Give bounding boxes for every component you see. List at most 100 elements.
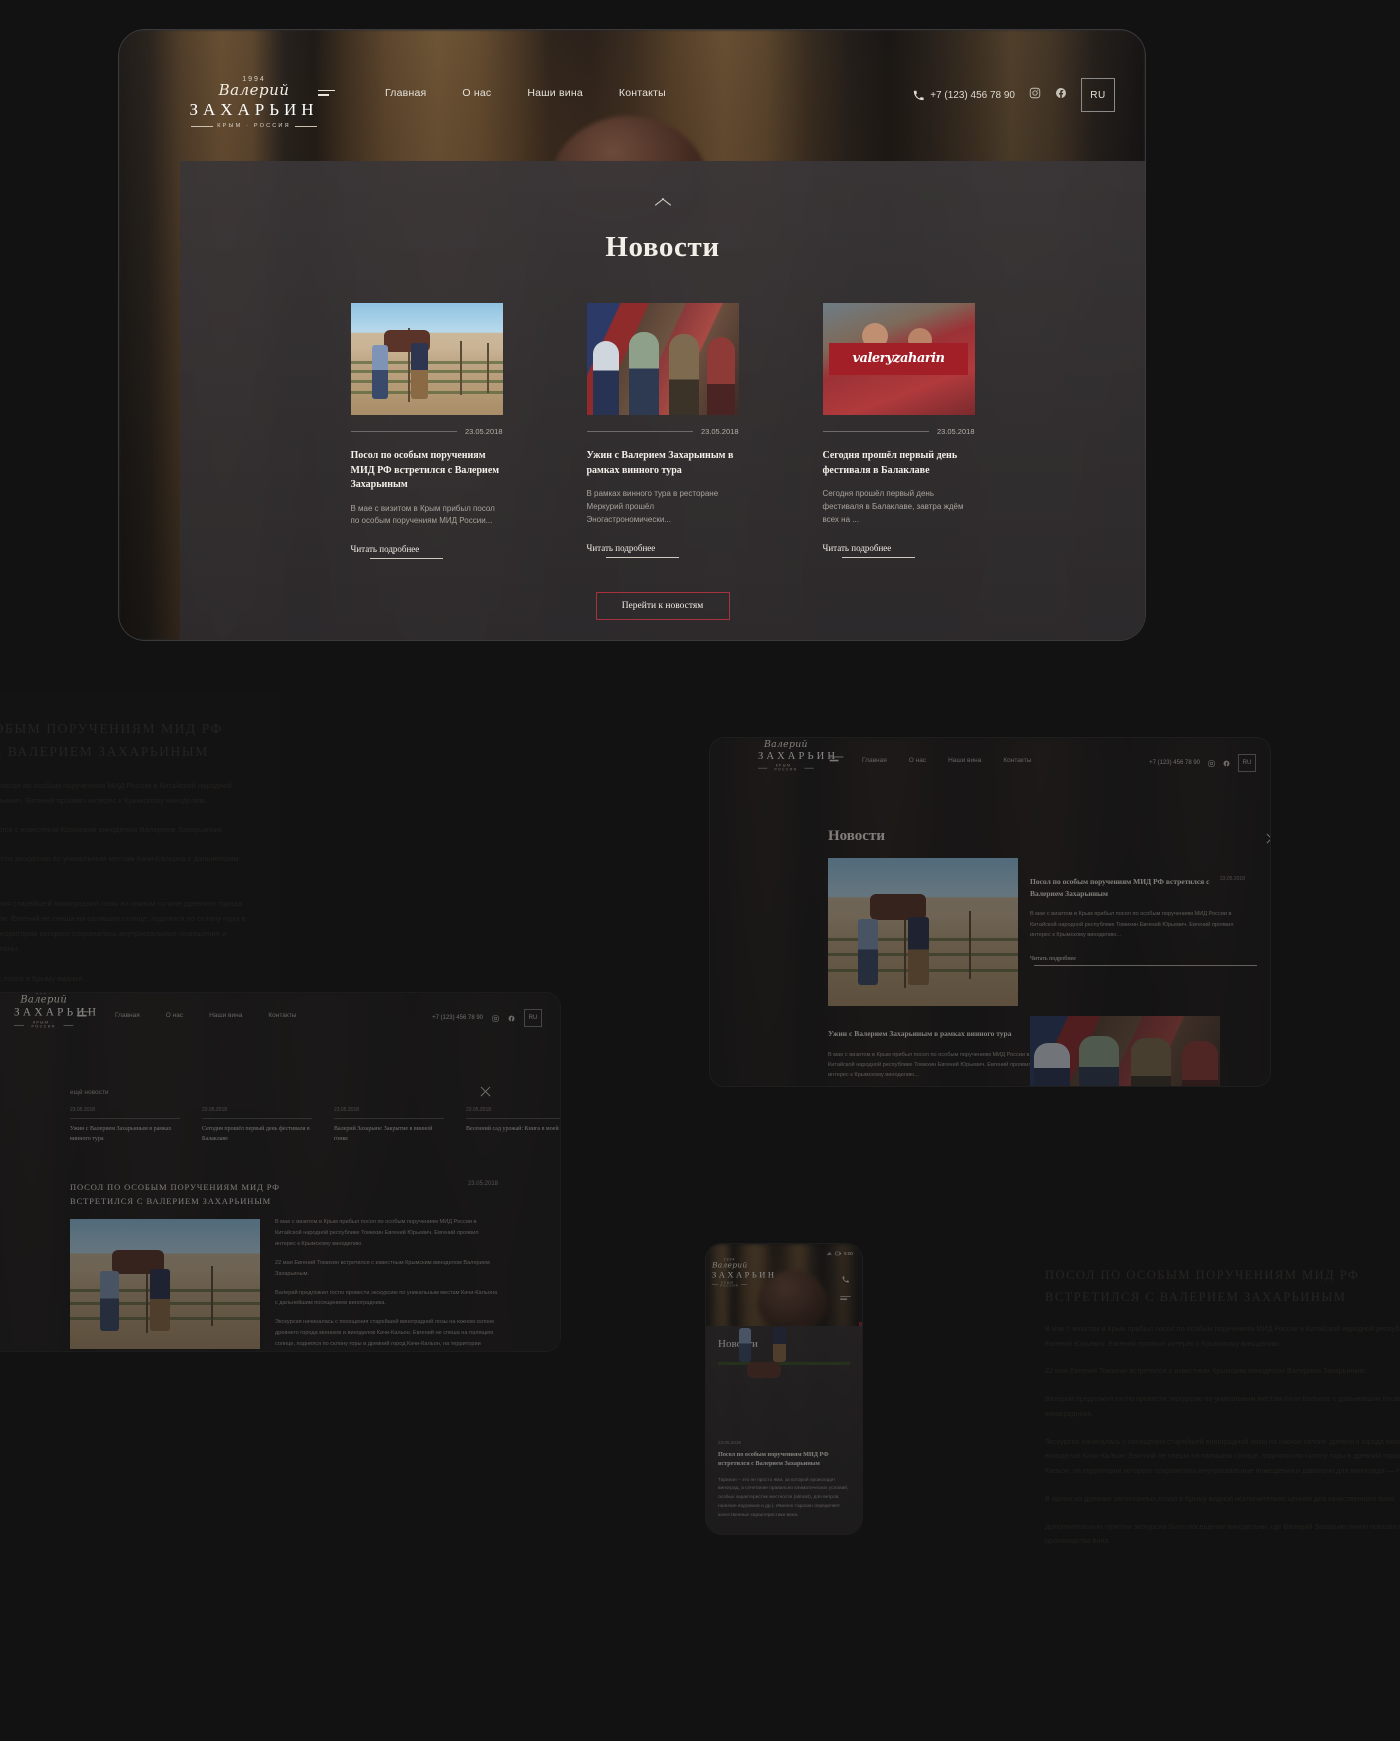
logo-script-name: Валерий bbox=[763, 738, 808, 749]
burger-line bbox=[318, 90, 335, 92]
article-paragraph: В мае с визитом в Крым прибыл посол по о… bbox=[275, 1219, 479, 1247]
close-icon[interactable] bbox=[1265, 832, 1270, 845]
hamburger-menu-icon[interactable] bbox=[840, 1296, 851, 1300]
nav-item-about[interactable]: О нас bbox=[166, 1012, 183, 1019]
phone-link[interactable]: +7 (123) 456 78 90 bbox=[913, 90, 1015, 101]
nav-item-home[interactable]: Главная bbox=[862, 757, 887, 764]
brand-logo[interactable]: 1994 Валерий ЗАХАРЬИН КРЫМ · РОССИЯ bbox=[758, 738, 839, 771]
news-card-title: Сегодня прошёл первый день фестиваля в Б… bbox=[202, 1126, 310, 1142]
facebook-icon[interactable] bbox=[508, 1009, 515, 1027]
instagram-icon[interactable] bbox=[1208, 754, 1215, 772]
nav-item-home[interactable]: Главная bbox=[115, 1012, 140, 1019]
logo-year: 1994 bbox=[14, 993, 73, 994]
news-section-title: Новости bbox=[828, 828, 885, 844]
brand-logo[interactable]: 1994 Валерий ЗАХАРЬИН КРЫМ · РОССИЯ bbox=[712, 1258, 774, 1288]
news-card[interactable]: Ужин с Валерием Захарьиным в рамках винн… bbox=[828, 1028, 1043, 1086]
logo-name: ЗАХАРЬИН bbox=[758, 749, 839, 762]
more-news-item[interactable]: 23.05.2018 Ужин с Валерием Захарьиным в … bbox=[70, 1107, 180, 1144]
hamburger-menu-icon[interactable] bbox=[318, 90, 335, 96]
news-card-title: Сегодня прошёл первый день фестиваля в Б… bbox=[822, 450, 958, 476]
brand-logo[interactable]: 1994 Валерий ЗАХАРЬИН КРЫМ · РОССИЯ bbox=[179, 76, 329, 129]
more-news-item[interactable]: 23.05.2018 Валерий Захарьин: Закрытие в … bbox=[334, 1107, 444, 1144]
news-meta: 23.05.2018 bbox=[350, 427, 503, 436]
language-label: RU bbox=[1242, 760, 1252, 766]
instagram-icon[interactable] bbox=[492, 1009, 499, 1027]
phone-header-actions bbox=[837, 1270, 854, 1301]
read-more-link[interactable]: Читать подробнее bbox=[823, 543, 915, 558]
logo-region-label: КРЫМ · РОССИЯ bbox=[720, 1281, 739, 1288]
close-icon[interactable] bbox=[479, 1085, 492, 1098]
news-card-title: Ужин с Валерием Захарьиным в рамках винн… bbox=[70, 1126, 172, 1142]
meta-divider bbox=[822, 431, 929, 432]
news-thumbnail-dinner[interactable] bbox=[586, 303, 739, 415]
news-card-title: Посол по особым поручениям МИД РФ встрет… bbox=[718, 1451, 829, 1468]
signal-icon bbox=[827, 1251, 832, 1255]
hamburger-menu-icon[interactable] bbox=[77, 1011, 92, 1017]
burger-line bbox=[318, 94, 329, 96]
instagram-icon[interactable] bbox=[1029, 86, 1041, 104]
more-news-item[interactable]: 23.05.2018 Сегодня прошёл первый день фе… bbox=[202, 1107, 312, 1144]
news-date: 23.05.2018 bbox=[718, 1440, 741, 1445]
nav-item-contacts[interactable]: Контакты bbox=[1003, 757, 1031, 764]
logo-region: КРЫМ · РОССИЯ bbox=[179, 123, 329, 129]
language-switcher-button[interactable]: RU bbox=[1238, 754, 1256, 772]
nav-item-wines[interactable]: Наши вина bbox=[527, 87, 583, 99]
read-more-link[interactable]: Читать подробнее bbox=[1030, 956, 1257, 967]
go-to-news-button[interactable]: Перейти к новостям bbox=[595, 592, 730, 621]
more-news-item[interactable]: 23.05.2018 Весенний сад урожай: Книга в … bbox=[466, 1107, 560, 1144]
read-more-link[interactable]: Читать подробнее bbox=[587, 543, 679, 558]
news-thumbnail-vineyard[interactable] bbox=[350, 303, 503, 415]
device-tablet-right: 1994 Валерий ЗАХАРЬИН КРЫМ · РОССИЯ Глав… bbox=[710, 738, 1270, 1086]
brand-logo[interactable]: 1994 Валерий ЗАХАРЬИН КРЫМ · РОССИЯ bbox=[14, 993, 96, 1028]
news-card-excerpt: В мае с визитом в Крым прибыл посол по о… bbox=[1030, 911, 1234, 938]
nav-item-about[interactable]: О нас bbox=[462, 87, 491, 99]
news-thumbnail-dinner[interactable] bbox=[1030, 1016, 1220, 1086]
chevron-up-icon[interactable] bbox=[653, 193, 673, 203]
nav-item-about[interactable]: О нас bbox=[909, 757, 926, 764]
news-card-title: Валерий Захарьин: Закрытие в винной гонк… bbox=[334, 1126, 433, 1142]
meta-divider bbox=[466, 1118, 560, 1119]
header-right-group: +7 (123) 456 78 90 RU bbox=[913, 78, 1115, 112]
nav-item-contacts[interactable]: Контакты bbox=[619, 87, 666, 99]
news-card[interactable]: valeryzaharin 23.05.2018 Сегодня прошёл … bbox=[822, 303, 975, 558]
language-switcher-button[interactable]: RU bbox=[524, 1009, 542, 1027]
facebook-icon[interactable] bbox=[1055, 86, 1067, 104]
nav-item-wines[interactable]: Наши вина bbox=[948, 757, 981, 764]
phone-number[interactable]: +7 (123) 456 78 90 bbox=[1149, 760, 1200, 766]
article-left-title: ПОСОЛ ПО ОСОБЫМ ПОРУЧЕНИЯМ МИД РФ ВСТРЕТ… bbox=[0, 721, 223, 759]
news-card[interactable]: 23.05.2018 Ужин с Валерием Захарьиным в … bbox=[586, 303, 739, 558]
festival-banner-photo: valeryzaharin bbox=[822, 303, 975, 415]
logo-region: КРЫМ · РОССИЯ bbox=[712, 1282, 747, 1288]
nav-item-home[interactable]: Главная bbox=[385, 87, 426, 99]
facebook-icon[interactable] bbox=[1223, 754, 1230, 772]
logo-name: ЗАХАРЬИН bbox=[189, 100, 319, 119]
hamburger-menu-icon[interactable] bbox=[829, 756, 844, 762]
nav-item-contacts[interactable]: Контакты bbox=[268, 1012, 296, 1019]
news-thumbnail-vineyard[interactable] bbox=[718, 1327, 850, 1432]
meta-divider bbox=[70, 1118, 180, 1119]
logo-script-name: Валерий bbox=[20, 993, 68, 1005]
phone-number[interactable]: +7 (123) 456 78 90 bbox=[432, 1015, 483, 1021]
phone-status-bar: 9:00 bbox=[706, 1248, 862, 1258]
logo-rule-right bbox=[294, 125, 317, 127]
article-right-paragraph: Экскурсия начиналась с посещения старейш… bbox=[1045, 1436, 1400, 1476]
logo-year: 1994 bbox=[242, 76, 266, 83]
news-date: 23.05.2018 bbox=[70, 1107, 96, 1113]
language-switcher-button[interactable]: RU bbox=[1081, 78, 1115, 112]
news-card-title: Посол по особым поручениям МИД РФ встрет… bbox=[350, 450, 500, 490]
phone-icon[interactable] bbox=[842, 1270, 849, 1288]
presentation-stage: ПОСОЛ ПО ОСОБЫМ ПОРУЧЕНИЯМ МИД РФ ВСТРЕТ… bbox=[0, 0, 1400, 1741]
article-right-paragraph: В одном из древних автохтонных лозой в К… bbox=[1045, 1493, 1396, 1503]
nav-item-wines[interactable]: Наши вина bbox=[209, 1012, 242, 1019]
article-paragraph: 22 мая Евгений Томихин встретился с изве… bbox=[275, 1259, 490, 1277]
news-card[interactable]: 23.05.2018 Посол по особым поручениям МИ… bbox=[350, 303, 503, 560]
article-left-paragraph: Экскурсия начиналась с посещения старейш… bbox=[0, 898, 246, 954]
site-header: 1994 Валерий ЗАХАРЬИН КРЫМ · РОССИЯ Глав… bbox=[710, 738, 1270, 782]
news-card[interactable]: Посол по особым поручениям МИД РФ встрет… bbox=[1030, 876, 1257, 967]
news-thumbnail-festival[interactable]: valeryzaharin bbox=[822, 303, 975, 415]
site-header: 1994 Валерий ЗАХАРЬИН КРЫМ · РОССИЯ Глав… bbox=[119, 30, 1145, 129]
news-thumbnail-vineyard[interactable] bbox=[828, 858, 1018, 1006]
article-paragraph: Валерий предложил гостю провести экскурс… bbox=[275, 1289, 498, 1307]
header-right-group: +7 (123) 456 78 90 RU bbox=[1149, 754, 1256, 772]
read-more-link[interactable]: Читать подробнее bbox=[351, 544, 443, 560]
